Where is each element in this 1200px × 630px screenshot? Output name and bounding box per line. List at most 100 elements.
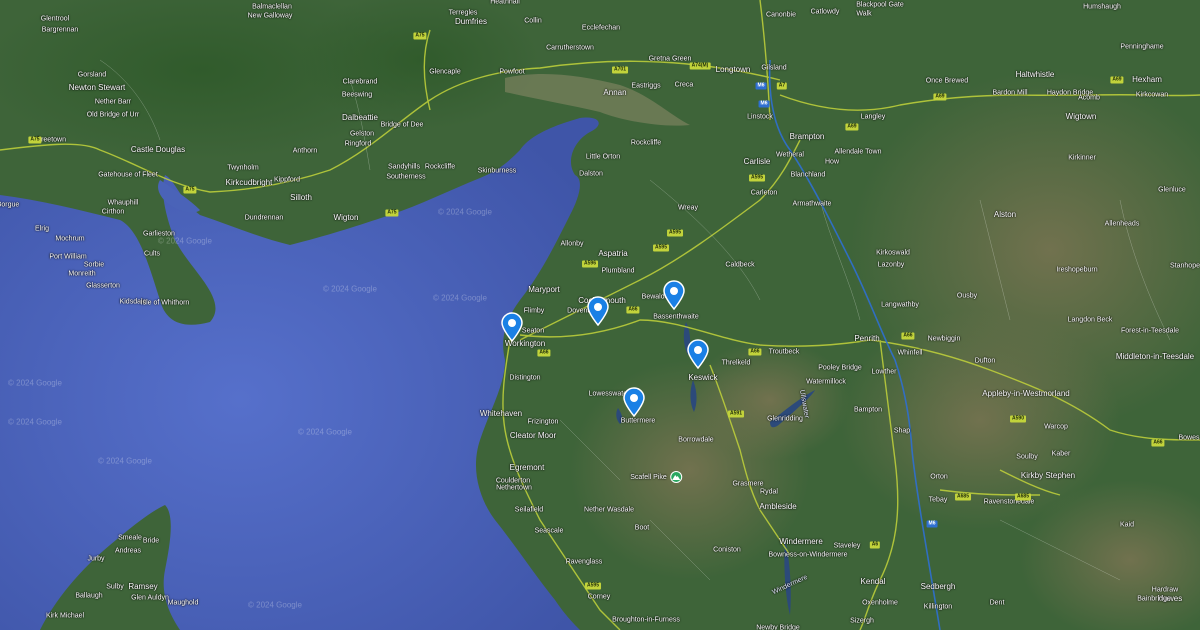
road-shield: A69 (933, 93, 947, 101)
place-label: Pooley Bridge (818, 364, 862, 372)
place-label: Seilafield (514, 506, 544, 514)
place-label: Creca (674, 81, 694, 89)
road-shield: A7 (776, 82, 788, 90)
place-label: Maryport (528, 285, 560, 294)
road-shield: A595 (585, 582, 601, 590)
place-label: Langwathby (881, 301, 919, 309)
place-label: Gilsland (761, 64, 787, 72)
place-label: Corney (587, 593, 611, 601)
place-label: How (824, 158, 840, 166)
place-label: Anthorn (292, 147, 318, 155)
place-label: Seascale (534, 527, 564, 535)
map-pin-icon[interactable] (500, 312, 524, 343)
place-label: Glencaple (429, 68, 461, 76)
map-watermark: © 2024 Google (323, 284, 377, 294)
satellite-map[interactable]: © 2024 Google © 2024 Google © 2024 Googl… (0, 0, 1200, 630)
place-label: Bargrennan (41, 26, 79, 34)
map-pin-icon[interactable] (586, 296, 610, 327)
map-pin-icon[interactable] (662, 280, 686, 311)
place-label: Jurby (87, 555, 105, 563)
place-label: Hexham (1132, 75, 1162, 84)
map-pin-icon[interactable] (622, 387, 646, 418)
place-label: Catlowdy (810, 8, 840, 16)
place-label: Newton Stewart (68, 83, 126, 92)
road-shield: A685 (1015, 493, 1031, 501)
place-label: Whinfell (897, 349, 923, 357)
place-label: Carleton (750, 189, 778, 197)
place-label: Southerness (386, 173, 426, 181)
place-label: Glasserton (86, 282, 120, 290)
place-label: Clarebrand (342, 78, 378, 86)
place-label: Silloth (290, 193, 312, 202)
place-label: Penninghame (1120, 43, 1164, 51)
place-label: Bampton (853, 406, 883, 414)
place-label: Newby Bridge (756, 624, 800, 630)
place-label: Newbiggin (927, 335, 961, 343)
road-shield: M6 (758, 100, 770, 108)
place-label: Flimby (523, 307, 545, 315)
place-label: Cults (144, 250, 160, 258)
map-watermark: © 2024 Google (248, 600, 302, 610)
place-label: Maughold (167, 599, 199, 607)
place-label: Kippford (273, 176, 301, 184)
place-label: Gretna Green (648, 55, 692, 63)
place-label: Bowness-on-Windermere (768, 551, 848, 559)
place-label: Allendale Town (834, 148, 882, 156)
place-label: Ramsey (128, 582, 158, 591)
place-label: Allenheads (1104, 220, 1140, 228)
place-label: Sulby (106, 583, 124, 591)
peak-marker[interactable]: Scafell Pike (630, 471, 682, 483)
place-label: Coniston (713, 546, 741, 554)
place-label: Soulby (1016, 453, 1038, 461)
road-shield: M6 (926, 520, 938, 528)
place-label: Egremont (509, 463, 545, 472)
place-label: Bowes (1178, 434, 1200, 442)
place-label: Sandyhills (388, 163, 420, 171)
place-label: Cleator Moor (509, 431, 557, 440)
place-label: Hardraw (1151, 586, 1179, 594)
place-label: Appleby-in-Westmorland (982, 389, 1070, 398)
road-shield: A66 (901, 332, 915, 340)
place-label: Elrig (34, 225, 50, 233)
place-label: Bassenthwaite (653, 313, 699, 321)
place-label: Watermillock (806, 378, 846, 386)
place-label: Ambleside (759, 502, 797, 511)
place-label: Humshaugh (1083, 3, 1121, 11)
road-shield: A591 (728, 410, 744, 418)
place-label: Nether Wasdale (584, 506, 634, 514)
place-label: Plumbland (601, 267, 635, 275)
place-label: Linstock (747, 113, 773, 121)
place-label: Once Brewed (925, 77, 969, 85)
place-label: Tebay (928, 496, 948, 504)
place-label: Wigtown (1065, 112, 1097, 121)
place-label: Kaber (1051, 450, 1071, 458)
place-label: Gatehouse of Fleet (98, 171, 158, 179)
place-label: Stanhope (1170, 262, 1200, 270)
place-label: Aspatria (598, 249, 628, 258)
place-label: Rockcliffe (630, 139, 662, 147)
place-label: Longtown (715, 65, 751, 74)
place-label: Wreay (677, 204, 699, 212)
map-watermark: © 2024 Google (158, 236, 212, 246)
place-label: Eastriggs (631, 82, 661, 90)
place-label: New Galloway (247, 12, 293, 20)
place-label: Ousby (956, 292, 978, 300)
place-label: Acomb (1078, 94, 1100, 102)
place-label: Little Orton (585, 153, 621, 161)
place-label: Monreith (68, 270, 96, 278)
road-shield: A685 (955, 493, 971, 501)
place-label: Orton (930, 473, 948, 481)
place-label: Walk (856, 10, 872, 18)
place-label: Glen Auldyn (131, 594, 169, 602)
road-shield: A66 (1151, 439, 1165, 447)
place-label: Glentrool (40, 15, 70, 23)
place-label: Sedbergh (920, 582, 956, 591)
road-shield: A595 (653, 244, 669, 252)
place-label: Distington (509, 374, 541, 382)
place-label: Rockcliffe (424, 163, 456, 171)
place-label: Ravenglass (565, 558, 603, 566)
place-label: Brampton (789, 132, 825, 141)
place-label: Wetheral (776, 151, 804, 159)
map-watermark: © 2024 Google (438, 207, 492, 217)
map-pin-icon[interactable] (686, 339, 710, 370)
